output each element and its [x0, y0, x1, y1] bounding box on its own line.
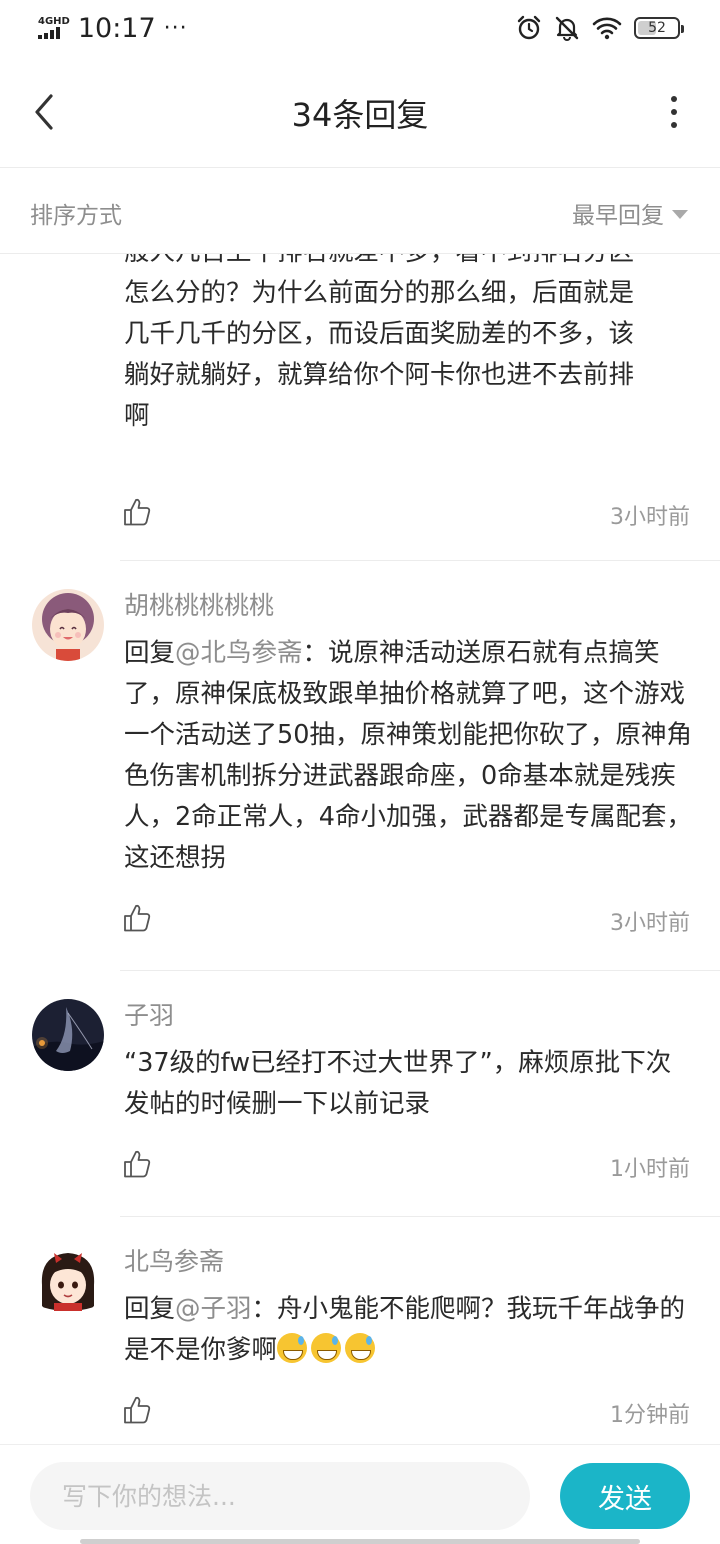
mention-link[interactable]: @北鸟参斋 — [175, 638, 303, 668]
reply-item: 北鸟参斋 回复@子羽：舟小鬼能不能爬啊？我玩千年战争的是不是你爹啊 1分钟前 — [0, 1231, 720, 1444]
status-time: 10:17 — [77, 12, 156, 44]
more-options-button[interactable] — [662, 92, 686, 132]
sort-bar: 排序方式 最早回复 — [0, 168, 720, 254]
reply-footer: 1小时前 — [120, 1141, 720, 1217]
reply-item: 般人几百上千排名就差不多，看不到排名分区 怎么分的？为什么前面分的那么细，后面就… — [0, 254, 720, 561]
reply-text: “37级的fw已经打不过大世界了”，麻烦原批下次发帖的时候删一下以前记录 — [124, 1048, 672, 1119]
avatar[interactable] — [32, 999, 104, 1071]
home-indicator[interactable] — [80, 1539, 640, 1544]
reply-item: 胡桃桃桃桃桃 回复@北鸟参斋：说原神活动送原石就有点搞笑了，原神保底极致跟单抽价… — [0, 575, 720, 971]
status-overflow: ··· — [163, 15, 188, 41]
reply-list-content: 般人几百上千排名就差不多，看不到排名分区 怎么分的？为什么前面分的那么细，后面就… — [0, 254, 720, 1444]
status-left: 4GHD 10:17 ··· — [38, 13, 188, 44]
reply-text-line: 怎么分的？为什么前面分的那么细，后面就是 — [124, 278, 635, 308]
sort-value: 最早回复 — [572, 203, 664, 229]
avatar[interactable] — [32, 589, 104, 661]
thumbs-up-icon[interactable] — [122, 497, 152, 527]
grinning-sweat-emoji-icon — [345, 1333, 376, 1363]
reply-footer: 3小时前 — [120, 489, 720, 561]
signal-bars — [38, 27, 60, 39]
reply-text-line: 般人几百上千排名就差不多，看不到排名分区 — [124, 254, 692, 273]
composer-bar: 发送 — [0, 1444, 720, 1544]
more-vertical-icon-dot — [671, 96, 677, 102]
reply-time: 3小时前 — [610, 505, 690, 530]
reply-body: 般人几百上千排名就差不多，看不到排名分区 怎么分的？为什么前面分的那么细，后面就… — [124, 254, 692, 437]
reply-list[interactable]: 般人几百上千排名就差不多，看不到排名分区 怎么分的？为什么前面分的那么细，后面就… — [0, 254, 720, 1444]
alarm-icon — [517, 15, 541, 40]
reply-text: 般人几百上千排名就差不多，看不到排名分区 怎么分的？为什么前面分的那么细，后面就… — [124, 254, 692, 437]
status-bar: 4GHD 10:17 ··· 52 — [0, 0, 720, 56]
more-vertical-icon-dot — [671, 109, 677, 115]
sort-label: 排序方式 — [30, 203, 122, 229]
reply-content: ：说原神活动送原石就有点搞笑了，原神保底极致跟单抽价格就算了吧，这个游戏一个活动… — [124, 638, 692, 873]
sort-dropdown[interactable]: 最早回复 — [572, 196, 688, 230]
network-type: 4GHD — [38, 16, 70, 27]
reply-body: 胡桃桃桃桃桃 回复@北鸟参斋：说原神活动送原石就有点搞笑了，原神保底极致跟单抽价… — [124, 575, 692, 879]
reply-text: 回复@子羽：舟小鬼能不能爬啊？我玩千年战争的是不是你爹啊 — [124, 1289, 692, 1371]
grinning-sweat-emoji-icon — [277, 1333, 308, 1363]
mute-bell-icon — [555, 16, 579, 41]
reply-prefix: 回复 — [124, 638, 176, 668]
comment-input[interactable] — [30, 1462, 530, 1530]
app-header: 34条回复 — [0, 56, 720, 168]
reply-item: 子羽 “37级的fw已经打不过大世界了”，麻烦原批下次发帖的时候删一下以前记录 … — [0, 985, 720, 1217]
page-title: 34条回复 — [291, 96, 429, 134]
reply-footer: 1分钟前 — [120, 1387, 720, 1444]
avatar-image — [32, 1245, 104, 1317]
reply-body: 子羽 “37级的fw已经打不过大世界了”，麻烦原批下次发帖的时候删一下以前记录 — [124, 985, 692, 1125]
reply-prefix: 回复 — [124, 1294, 176, 1324]
username[interactable]: 北鸟参斋 — [124, 1245, 692, 1279]
thumbs-up-icon[interactable] — [122, 1149, 152, 1179]
wifi-icon — [592, 17, 622, 40]
username[interactable]: 胡桃桃桃桃桃 — [124, 589, 692, 623]
reply-time: 1分钟前 — [610, 1403, 690, 1428]
avatar-image — [32, 999, 104, 1071]
thumbs-up-icon[interactable] — [122, 903, 152, 933]
avatar[interactable] — [32, 1245, 104, 1317]
battery-level: 52 — [648, 20, 666, 36]
reply-text-line: 啊 — [124, 401, 150, 431]
username[interactable]: 子羽 — [124, 999, 692, 1033]
caret-down-icon — [672, 209, 688, 219]
reply-time: 1小时前 — [610, 1157, 690, 1182]
more-vertical-icon-dot — [671, 122, 677, 128]
send-button[interactable]: 发送 — [560, 1463, 690, 1529]
battery-icon: 52 — [634, 17, 684, 39]
reply-body: 北鸟参斋 回复@子羽：舟小鬼能不能爬啊？我玩千年战争的是不是你爹啊 — [124, 1231, 692, 1371]
thumbs-up-icon[interactable] — [122, 1395, 152, 1425]
reply-text-line: 几千几千的分区，而设后面奖励差的不多，该 — [124, 319, 635, 349]
grinning-sweat-emoji-icon — [311, 1333, 342, 1363]
reply-text-line: 躺好就躺好，就算给你个阿卡你也进不去前排 — [124, 360, 635, 390]
avatar-image — [32, 589, 104, 661]
status-right: 52 — [516, 15, 684, 41]
cellular-signal-icon: 4GHD — [38, 17, 70, 39]
reply-text: 回复@北鸟参斋：说原神活动送原石就有点搞笑了，原神保底极致跟单抽价格就算了吧，这… — [124, 633, 692, 879]
reply-time: 3小时前 — [610, 911, 690, 936]
mention-link[interactable]: @子羽 — [175, 1294, 252, 1324]
reply-footer: 3小时前 — [120, 895, 720, 971]
